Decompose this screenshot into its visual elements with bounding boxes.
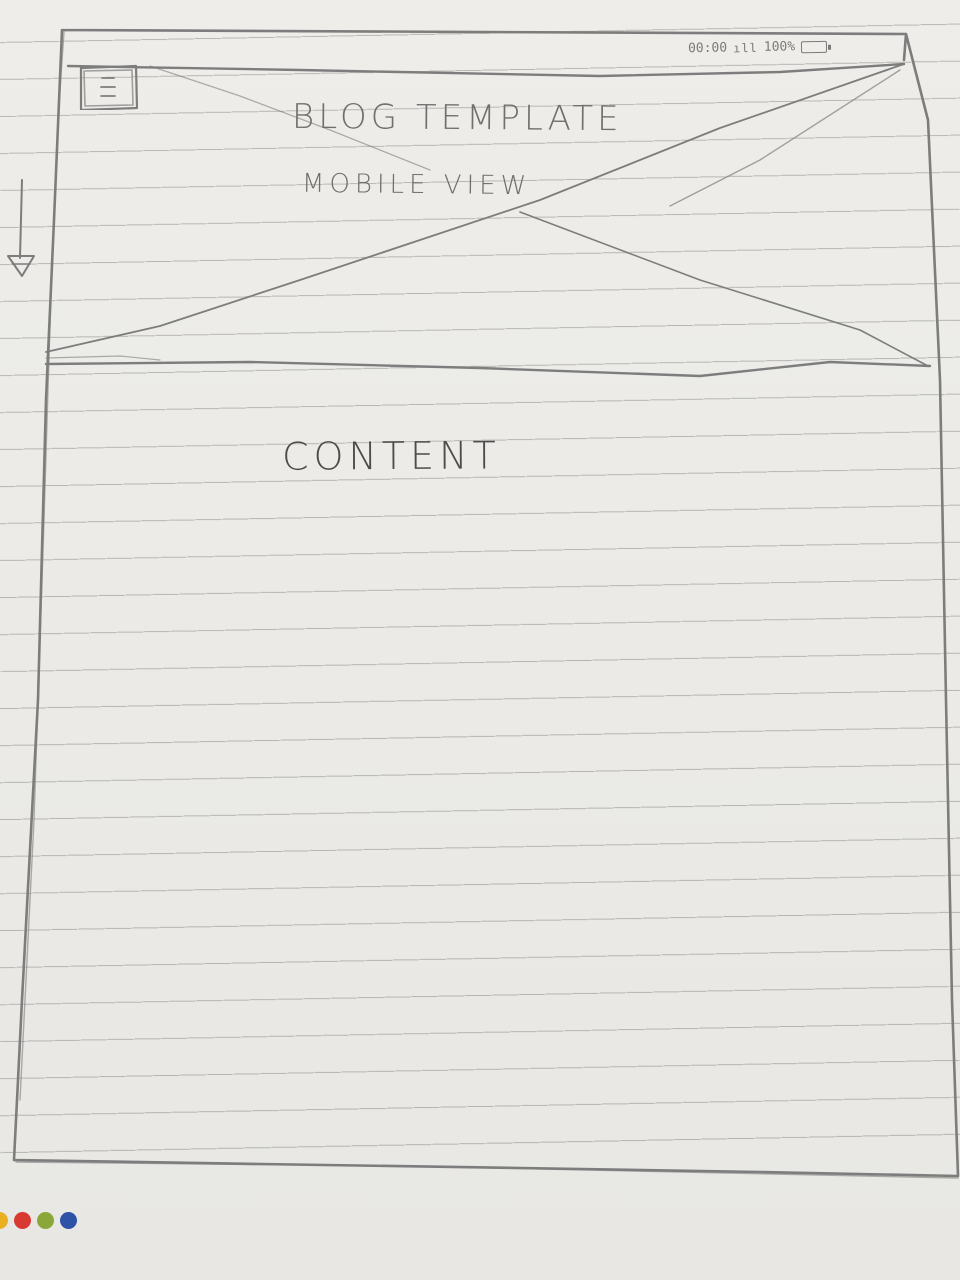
scroll-indicator[interactable] xyxy=(6,178,36,284)
brand-dot-green xyxy=(37,1212,54,1229)
phone-frame xyxy=(12,28,960,1178)
hamburger-menu-icon xyxy=(79,64,139,112)
hero-bottom-border xyxy=(44,360,932,378)
battery-percent: 100% xyxy=(763,39,796,55)
blog-subtitle: MOBILE VIEW xyxy=(301,168,532,202)
status-bar: 00:00 ıll 100% xyxy=(687,39,828,57)
menu-button[interactable] xyxy=(78,64,139,112)
header-top-border xyxy=(66,62,906,78)
content-label: CONTENT xyxy=(281,433,501,479)
brand-dot-yellow xyxy=(0,1212,8,1229)
brand-dot-red xyxy=(14,1212,31,1229)
status-time: 00:00 xyxy=(687,40,728,57)
notebook-paper: 00:00 ıll 100% BLOG TEMPLATE MOBILE VIEW… xyxy=(0,0,960,1280)
scroll-down-arrow-icon xyxy=(7,179,35,277)
brand-dot-blue xyxy=(60,1212,77,1229)
battery-icon xyxy=(801,40,828,53)
signal-icon: ıll xyxy=(733,40,758,55)
brand-dots xyxy=(0,1212,77,1229)
blog-title: BLOG TEMPLATE xyxy=(291,96,623,140)
